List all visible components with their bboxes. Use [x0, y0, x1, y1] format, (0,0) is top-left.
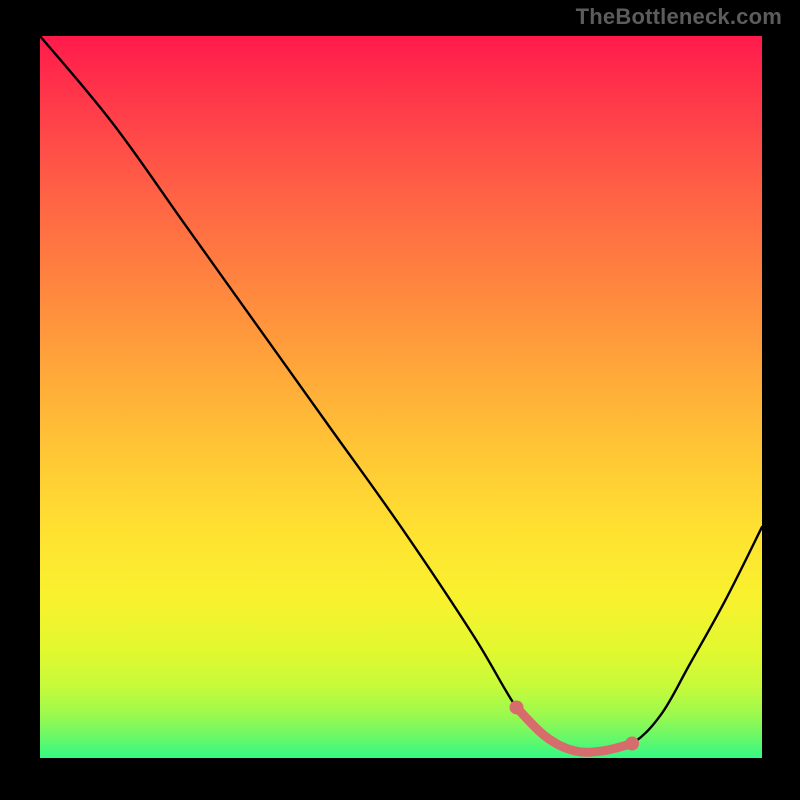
curve-svg: [40, 36, 762, 758]
plateau-start-dot: [510, 700, 524, 714]
plot-area: [40, 36, 762, 758]
main-curve-path: [40, 36, 762, 752]
chart-frame: TheBottleneck.com: [0, 0, 800, 800]
plateau-end-dot: [625, 737, 639, 751]
attribution-text: TheBottleneck.com: [576, 4, 782, 30]
plateau-highlight-path: [517, 707, 633, 752]
